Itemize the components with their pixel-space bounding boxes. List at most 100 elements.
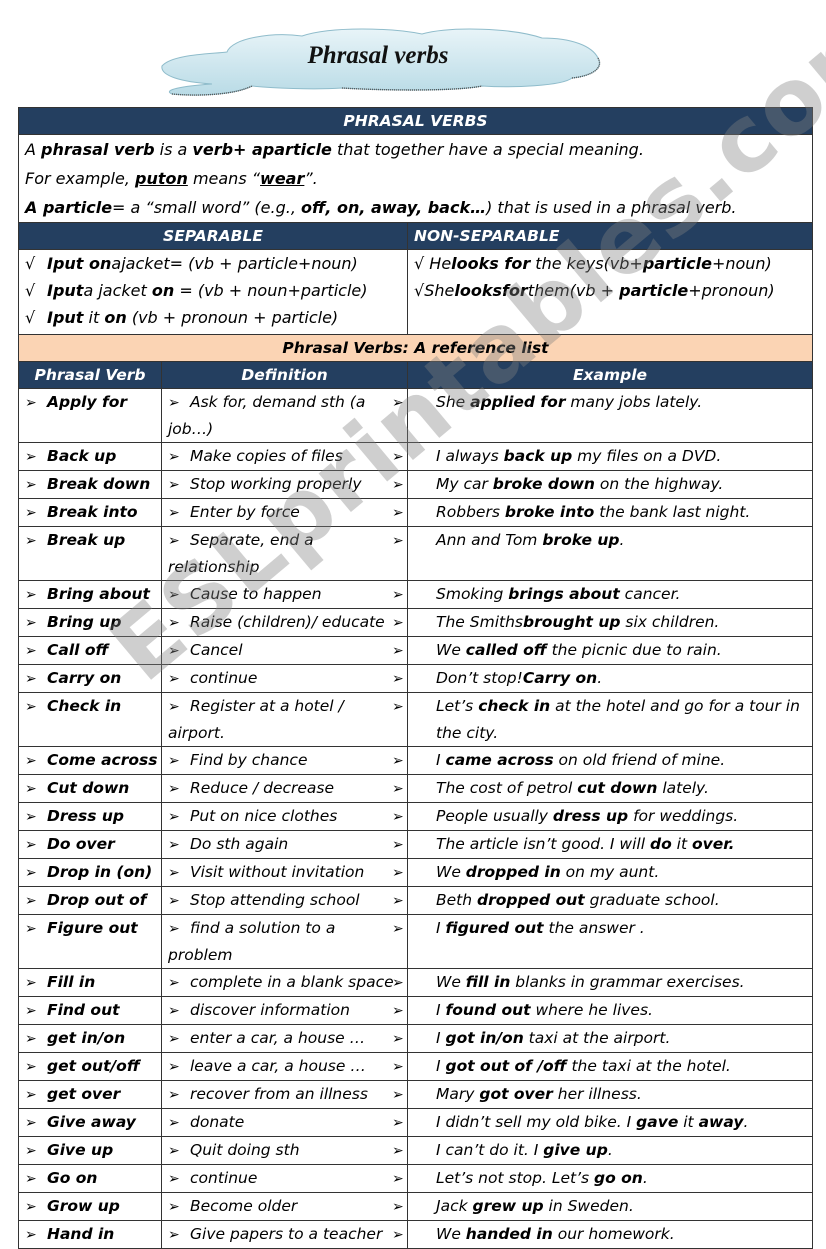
text: many jobs lately. — [565, 393, 703, 411]
definition-cell: ➢ Give papers to a teacher — [161, 1220, 408, 1249]
arrow-icon: ➢ — [25, 975, 37, 991]
particle-part: particle — [619, 281, 689, 300]
example-puton: puton — [134, 169, 188, 188]
particle-part: particle — [642, 254, 712, 273]
text: them(vb + — [527, 281, 620, 300]
example: ➢ I didn’t sell my old bike. I gave it aw… — [392, 1109, 806, 1136]
example-phrasal-verb: found out — [445, 1001, 531, 1019]
verb-cell: ➢ Come across — [18, 746, 162, 775]
text: We — [436, 641, 466, 659]
table-row: ➢ Drop in (on) ➢ Visit without invitation ➢ W… — [18, 858, 814, 887]
example-phrasal-verb: dropped out — [477, 891, 585, 909]
verb-cell: ➢ Fill in — [18, 968, 162, 997]
arrow-icon: ➢ — [168, 643, 180, 659]
example-phrasal-verb: handed in — [465, 1225, 553, 1243]
table-row: ➢ get out/off ➢ leave a car, a house … ➢ I go… — [18, 1052, 814, 1081]
particle-examples: off, on, away, back… — [301, 198, 487, 217]
arrow-icon: ➢ — [392, 449, 404, 465]
verb-part: Iput — [47, 308, 84, 327]
arrow-icon: ➢ — [392, 753, 404, 769]
arrow-icon: ➢ — [392, 1199, 404, 1215]
definition-cell: ➢ Separate, end a relationship — [161, 526, 408, 581]
text: Let’s not stop. Let’s — [436, 1169, 594, 1187]
arrow-icon: ➢ — [25, 505, 37, 521]
intro-line-3: A particle= a “small word” (e.g., off, o… — [25, 193, 806, 222]
text: I can’t do it. I — [436, 1141, 544, 1159]
verb-cell: ➢ get in/on — [18, 1024, 162, 1053]
text: We — [436, 863, 466, 881]
arrow-icon: ➢ — [392, 975, 404, 991]
arrow-icon: ➢ — [392, 671, 404, 687]
example: ➢ I figured out the answer . — [392, 915, 806, 942]
arrow-icon: ➢ — [168, 671, 180, 687]
arrow-icon: ➢ — [168, 837, 180, 853]
example: ➢ Don’t stop!Carry on. — [392, 665, 806, 692]
definition-cell: ➢ Raise (children)/ educate — [161, 608, 408, 637]
example: ➢ I found out where he lives. — [392, 997, 806, 1024]
text: I — [436, 1001, 446, 1019]
text: Smoking — [436, 585, 509, 603]
example-cell: ➢ We handed in our homework. — [392, 1220, 814, 1249]
arrow-icon: ➢ — [168, 1171, 180, 1187]
text: She — [424, 281, 455, 300]
arrow-icon: ➢ — [168, 893, 180, 909]
text: Let’s — [436, 697, 479, 715]
arrow-icon: ➢ — [25, 477, 37, 493]
table-row: ➢ Bring about ➢ Cause to happen ➢ Smoking bri… — [18, 580, 814, 609]
verb-cell: ➢ Check in — [18, 692, 162, 747]
arrow-icon: ➢ — [25, 1003, 37, 1019]
text: on my aunt. — [560, 863, 660, 881]
table-row: ➢ Drop out of ➢ Stop attending school ➢ Beth … — [18, 886, 814, 915]
text: +noun) — [711, 254, 772, 273]
table-row: ➢ Hand in ➢ Give papers to a teacher ➢ We han… — [18, 1220, 814, 1249]
arrow-icon: ➢ — [168, 921, 180, 937]
non-separable-header: NON-SEPARABLE — [406, 222, 814, 250]
term-verb-particle: verb+ aparticle — [192, 140, 332, 159]
text: Robbers — [436, 503, 505, 521]
table-row: ➢ Check in ➢ Register at a hotel / airport.… — [18, 692, 814, 747]
particle-part: on — [104, 308, 127, 327]
example-cell: ➢ Beth dropped out graduate school. — [392, 886, 814, 915]
definition-cell: ➢ Put on nice clothes — [161, 802, 408, 831]
arrow-icon: ➢ — [392, 1171, 404, 1187]
reference-rows: ➢ Apply for ➢ Ask for, demand sth (a job…) ➢… — [18, 388, 814, 1249]
phrasal-verb: Back up — [47, 447, 117, 465]
arrow-icon: ➢ — [392, 1227, 404, 1243]
verb-cell: ➢ get out/off — [18, 1052, 162, 1081]
table-row: ➢ Find out ➢ discover information ➢ I found o… — [18, 996, 814, 1025]
example-phrasal-verb: give up — [543, 1141, 608, 1159]
arrow-icon: ➢ — [392, 781, 404, 797]
definition-cell: ➢ leave a car, a house … — [161, 1052, 408, 1081]
phrasal-verb: Carry on — [47, 669, 122, 687]
example: ➢ I always back up my files on a DVD. — [392, 443, 806, 470]
check-icon: √ — [25, 281, 36, 300]
text: the picnic due to rain. — [546, 641, 722, 659]
arrow-icon: ➢ — [168, 1087, 180, 1103]
arrow-icon: ➢ — [168, 1199, 180, 1215]
arrow-icon: ➢ — [392, 1143, 404, 1159]
arrow-icon: ➢ — [168, 533, 180, 549]
table-row: ➢ get over ➢ recover from an illness ➢ Mary g… — [18, 1080, 814, 1109]
example: ➢ We fill in blanks in grammar exercises. — [392, 969, 806, 996]
definition: Make copies of files — [190, 447, 343, 465]
arrow-icon: ➢ — [168, 975, 180, 991]
verb-cell: ➢ Cut down — [18, 774, 162, 803]
example-cell: ➢ Don’t stop!Carry on. — [392, 664, 814, 693]
text: We — [436, 1225, 466, 1243]
verb-part: Iput on — [47, 254, 112, 273]
arrow-icon: ➢ — [25, 449, 37, 465]
arrow-icon: ➢ — [25, 1059, 37, 1075]
definition: Reduce / decrease — [190, 779, 335, 797]
example-phrasal-verb: called off — [465, 641, 547, 659]
example-cell: ➢ The Smithsbrought up six children. — [392, 608, 814, 637]
verb-cell: ➢ Grow up — [18, 1192, 162, 1221]
definition: leave a car, a house … — [190, 1057, 366, 1075]
table-row: ➢ Give up ➢ Quit doing sth ➢ I can’t do it. I… — [18, 1136, 814, 1165]
phrasal-verb: Figure out — [47, 919, 138, 937]
text: taxi at the airport. — [523, 1029, 671, 1047]
example-cell: ➢ I came across on old friend of mine. — [392, 746, 814, 775]
example-cell: ➢ I didn’t sell my old bike. I gave it aw… — [392, 1108, 814, 1137]
verb-cell: ➢ Do over — [18, 830, 162, 859]
arrow-icon: ➢ — [392, 1087, 404, 1103]
phrasal-verb: get out/off — [47, 1057, 140, 1075]
